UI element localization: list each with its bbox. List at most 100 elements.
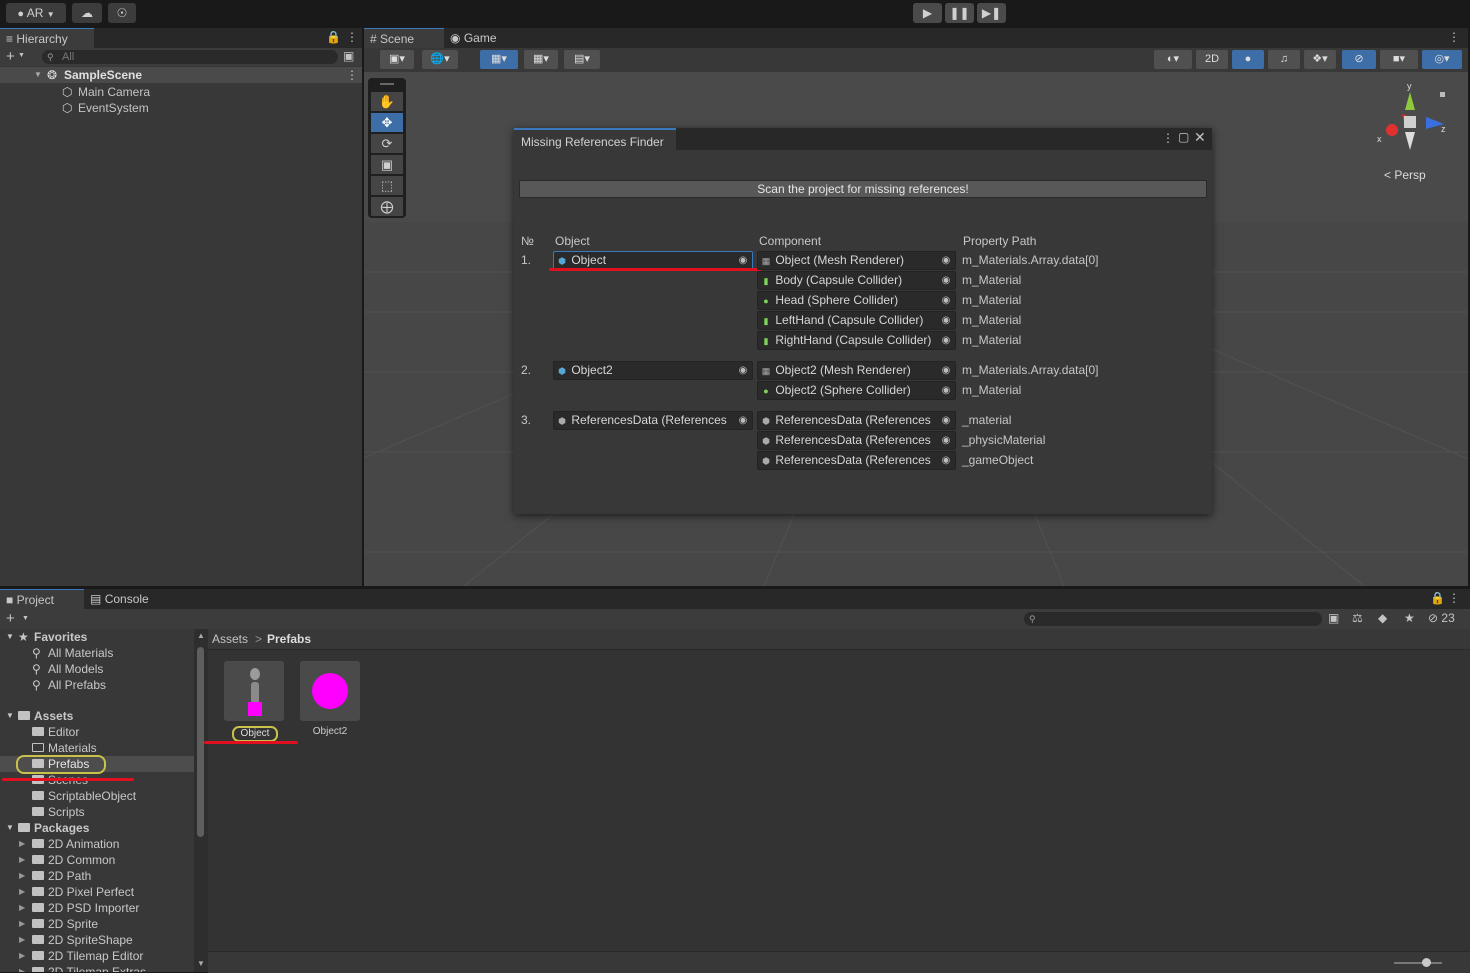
expand-arrow-icon[interactable]: ▶ bbox=[19, 852, 25, 868]
package-item[interactable]: ▶ 2D Common bbox=[0, 852, 194, 868]
maximize-icon[interactable]: ▢ bbox=[1178, 130, 1189, 144]
expand-arrow-icon[interactable]: ▶ bbox=[19, 900, 25, 916]
project-search-input[interactable]: ⚲ bbox=[1024, 612, 1322, 626]
tab-project[interactable]: ■ Project bbox=[0, 589, 86, 610]
tab-scene[interactable]: # Scene bbox=[364, 28, 450, 49]
component-field[interactable]: ▦ Object (Mesh Renderer) ◉ bbox=[757, 251, 956, 270]
tab-hierarchy[interactable]: ≡ Hierarchy bbox=[0, 28, 94, 49]
expand-arrow-icon[interactable]: ▶ bbox=[19, 948, 25, 964]
component-field[interactable]: ⬢ ReferencesData (References ◉ bbox=[757, 411, 956, 430]
add-icon[interactable]: + bbox=[6, 609, 15, 629]
more-menu-icon[interactable]: ⋮ bbox=[1448, 591, 1460, 605]
package-item[interactable]: ▶ 2D Path bbox=[0, 868, 194, 884]
package-item[interactable]: ▶ 2D PSD Importer bbox=[0, 900, 194, 916]
transform-tool[interactable]: ⨁ bbox=[371, 197, 403, 216]
scene-row[interactable]: ▼ ❂ SampleScene ⋮ bbox=[0, 67, 362, 83]
object-picker-icon[interactable]: ◉ bbox=[939, 332, 953, 349]
asset-tile[interactable] bbox=[224, 661, 284, 721]
favorites-row[interactable]: ▼ ★ Favorites bbox=[0, 629, 194, 645]
package-item[interactable]: ▶ 2D Tilemap Extras bbox=[0, 964, 194, 972]
more-menu-icon[interactable]: ⋮ bbox=[1162, 131, 1174, 145]
component-field[interactable]: ▮ LeftHand (Capsule Collider) ◉ bbox=[757, 311, 956, 330]
hierarchy-item[interactable]: ⬡ Main Camera bbox=[0, 84, 362, 100]
expand-arrow-icon[interactable]: ▶ bbox=[19, 836, 25, 852]
lighting-toggle[interactable]: ● bbox=[1232, 50, 1264, 69]
folder-item[interactable]: Scripts bbox=[0, 804, 194, 820]
draw-mode-dropdown[interactable]: ▣▾ bbox=[380, 50, 414, 69]
package-item[interactable]: ▶ 2D Sprite bbox=[0, 916, 194, 932]
folder-tree-scrollbar[interactable]: ▲ ▼ bbox=[194, 629, 208, 972]
account-dropdown[interactable]: ● AR ▼ bbox=[6, 3, 66, 23]
object-field[interactable]: ⬢ Object2 ◉ bbox=[553, 361, 753, 380]
object-picker-icon[interactable]: ◉ bbox=[939, 432, 953, 449]
zoom-slider-thumb[interactable] bbox=[1422, 958, 1431, 967]
scroll-up-icon[interactable]: ▲ bbox=[197, 631, 205, 640]
step-button[interactable]: ▶❚ bbox=[977, 3, 1006, 23]
object-picker-icon[interactable]: ◉ bbox=[736, 412, 750, 429]
scroll-down-icon[interactable]: ▼ bbox=[197, 959, 205, 968]
orientation-gizmo[interactable] bbox=[1374, 80, 1464, 160]
close-icon[interactable]: ✕ bbox=[1194, 129, 1206, 146]
object-picker-icon[interactable]: ◉ bbox=[939, 312, 953, 329]
effects-dropdown[interactable]: ❖▾ bbox=[1304, 50, 1336, 69]
pause-button[interactable]: ❚❚ bbox=[945, 3, 974, 23]
projection-toggle[interactable]: < Persp bbox=[1384, 168, 1426, 182]
lock-icon[interactable]: 🔒 bbox=[326, 30, 341, 44]
add-icon[interactable]: + bbox=[6, 48, 15, 66]
lock-icon[interactable]: 🔒 bbox=[1430, 591, 1445, 605]
hierarchy-item[interactable]: ⬡ EventSystem bbox=[0, 100, 362, 116]
packages-row[interactable]: ▼ Packages bbox=[0, 820, 194, 836]
expand-arrow-icon[interactable]: ▶ bbox=[19, 884, 25, 900]
object-picker-icon[interactable]: ◉ bbox=[939, 252, 953, 269]
collab-button[interactable]: ☉ bbox=[108, 3, 136, 23]
favorite-item[interactable]: ⚲ All Models bbox=[0, 661, 194, 677]
label-tag-icon[interactable]: ◆ bbox=[1378, 611, 1387, 625]
search-scope-icon[interactable]: ▣ bbox=[1328, 611, 1339, 625]
hierarchy-search-input[interactable]: ⚲ All bbox=[42, 50, 338, 64]
more-menu-icon[interactable]: ⋮ bbox=[1448, 30, 1460, 44]
object-picker-icon[interactable]: ◉ bbox=[939, 412, 953, 429]
move-tool[interactable]: ✥ bbox=[371, 113, 403, 132]
object-picker-icon[interactable]: ◉ bbox=[736, 252, 750, 269]
drag-handle[interactable] bbox=[380, 83, 394, 85]
snap-increment-dropdown[interactable]: ▦▾ bbox=[524, 50, 558, 69]
mode-2d-toggle[interactable]: 2D bbox=[1196, 50, 1228, 69]
component-field[interactable]: ⬢ ReferencesData (References ◉ bbox=[757, 431, 956, 450]
expand-arrow-icon[interactable]: ▼ bbox=[6, 708, 14, 724]
grid-snap-toggle[interactable]: ▦▾ bbox=[480, 50, 518, 69]
more-menu-icon[interactable]: ⋮ bbox=[346, 67, 358, 83]
hand-tool[interactable]: ✋ bbox=[371, 92, 403, 111]
object-picker-icon[interactable]: ◉ bbox=[939, 362, 953, 379]
expand-arrow-icon[interactable]: ▼ bbox=[6, 629, 14, 645]
asset-tile[interactable] bbox=[300, 661, 360, 721]
object-field[interactable]: ⬢ ReferencesData (References ◉ bbox=[553, 411, 753, 430]
play-button[interactable]: ▶ bbox=[913, 3, 942, 23]
component-field[interactable]: ⬢ ReferencesData (References ◉ bbox=[757, 451, 956, 470]
package-item[interactable]: ▶ 2D Animation bbox=[0, 836, 194, 852]
expand-arrow-icon[interactable]: ▶ bbox=[19, 916, 25, 932]
rotate-tool[interactable]: ⟳ bbox=[371, 134, 403, 153]
expand-arrow-icon[interactable]: ▶ bbox=[19, 932, 25, 948]
chevron-down-icon[interactable]: ▼ bbox=[22, 615, 29, 622]
scrollbar-thumb[interactable] bbox=[197, 647, 204, 837]
package-item[interactable]: ▶ 2D SpriteShape bbox=[0, 932, 194, 948]
scene-search-icon[interactable]: ▣ bbox=[343, 49, 354, 63]
finder-tab[interactable]: Missing References Finder bbox=[514, 128, 676, 152]
gizmos-dropdown[interactable]: ◎▾ bbox=[1422, 50, 1462, 69]
grid-visibility-dropdown[interactable]: ▤▾ bbox=[564, 50, 600, 69]
expand-arrow-icon[interactable]: ▶ bbox=[19, 964, 25, 972]
more-menu-icon[interactable]: ⋮ bbox=[346, 30, 358, 44]
tab-console[interactable]: ▤ Console bbox=[84, 589, 168, 609]
folder-item[interactable]: ScriptableObject bbox=[0, 788, 194, 804]
object-picker-icon[interactable]: ◉ bbox=[939, 272, 953, 289]
zoom-slider-track[interactable] bbox=[1394, 962, 1442, 964]
scale-tool[interactable]: ▣ bbox=[371, 155, 403, 174]
folder-item-selected[interactable]: Prefabs bbox=[0, 755, 194, 774]
component-field[interactable]: ● Head (Sphere Collider) ◉ bbox=[757, 291, 956, 310]
shading-mode-dropdown[interactable]: ◐▾ bbox=[1154, 50, 1192, 69]
object-picker-icon[interactable]: ◉ bbox=[939, 452, 953, 469]
assets-row[interactable]: ▼ Assets bbox=[0, 708, 194, 724]
hidden-objects-toggle[interactable]: ⊘ bbox=[1342, 50, 1376, 69]
breadcrumb-current[interactable]: Prefabs bbox=[267, 632, 311, 646]
global-local-dropdown[interactable]: 🌐▾ bbox=[422, 50, 458, 69]
